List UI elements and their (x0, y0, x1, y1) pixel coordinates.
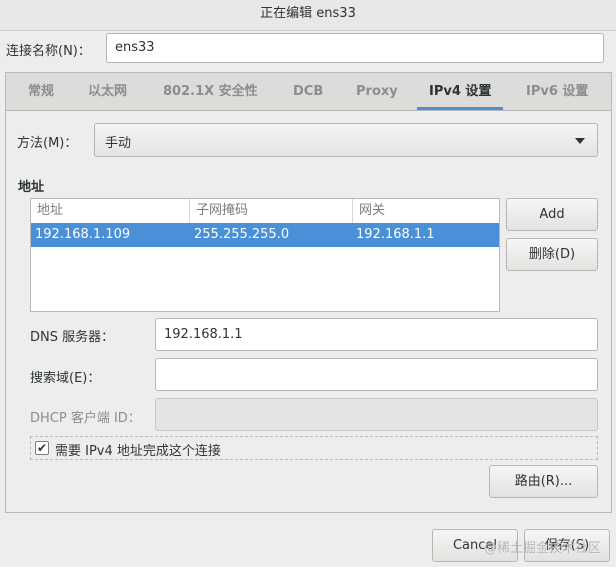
window-title: 正在编辑 ens33 (0, 0, 616, 31)
cell-gateway[interactable]: 192.168.1.1 (356, 223, 435, 247)
connection-name-label: 连接名称(N)： (6, 44, 91, 59)
cell-address[interactable]: 192.168.1.109 (35, 223, 130, 247)
column-header-address[interactable]: 地址 (31, 199, 190, 223)
routes-button[interactable]: 路由(R)... (489, 465, 598, 498)
delete-address-button[interactable]: 删除(D) (506, 238, 598, 271)
search-domains-label: 搜索域(E)： (30, 371, 101, 386)
dns-servers-input[interactable]: 192.168.1.1 (155, 318, 598, 351)
method-value: 手动 (105, 136, 132, 151)
column-header-gateway[interactable]: 网关 (353, 199, 499, 223)
connection-name-input[interactable]: ens33 (106, 33, 604, 63)
tab-8021x-security[interactable]: 802.1X 安全性 (163, 73, 258, 110)
tab-ipv6-settings[interactable]: IPv6 设置 (526, 73, 588, 110)
addresses-section-title: 地址 (18, 180, 45, 195)
method-combobox[interactable]: 手动 (94, 123, 598, 157)
require-ipv4-checkbox[interactable]: ✔ (35, 441, 49, 455)
require-ipv4-label[interactable]: 需要 IPv4 地址完成这个连接 (55, 440, 221, 459)
dhcp-client-id-input (155, 398, 598, 431)
address-table[interactable]: 地址 子网掩码 网关 192.168.1.109 255.255.255.0 1… (30, 198, 500, 312)
search-domains-input[interactable] (155, 358, 598, 391)
tab-dcb[interactable]: DCB (293, 73, 323, 110)
table-row[interactable]: 192.168.1.109 255.255.255.0 192.168.1.1 (31, 223, 499, 247)
tab-ethernet[interactable]: 以太网 (88, 73, 127, 110)
dns-label: DNS 服务器： (30, 330, 115, 345)
tab-bar: 常规 以太网 802.1X 安全性 DCB Proxy IPv4 设置 IPv6… (5, 72, 612, 111)
chevron-down-icon (575, 138, 585, 144)
address-table-header: 地址 子网掩码 网关 (31, 199, 499, 224)
tab-general[interactable]: 常规 (28, 73, 54, 110)
dhcp-client-id-label: DHCP 客户端 ID： (30, 411, 141, 426)
cell-netmask[interactable]: 255.255.255.0 (194, 223, 289, 247)
watermark-text: @稀土掘金技术社区 (484, 541, 602, 556)
add-address-button[interactable]: Add (506, 198, 598, 231)
require-ipv4-row[interactable]: ✔ 需要 IPv4 地址完成这个连接 (30, 436, 598, 460)
column-header-netmask[interactable]: 子网掩码 (190, 199, 353, 223)
tab-ipv4-settings[interactable]: IPv4 设置 (416, 73, 504, 110)
tab-proxy[interactable]: Proxy (356, 73, 398, 110)
method-label: 方法(M)： (17, 136, 78, 151)
